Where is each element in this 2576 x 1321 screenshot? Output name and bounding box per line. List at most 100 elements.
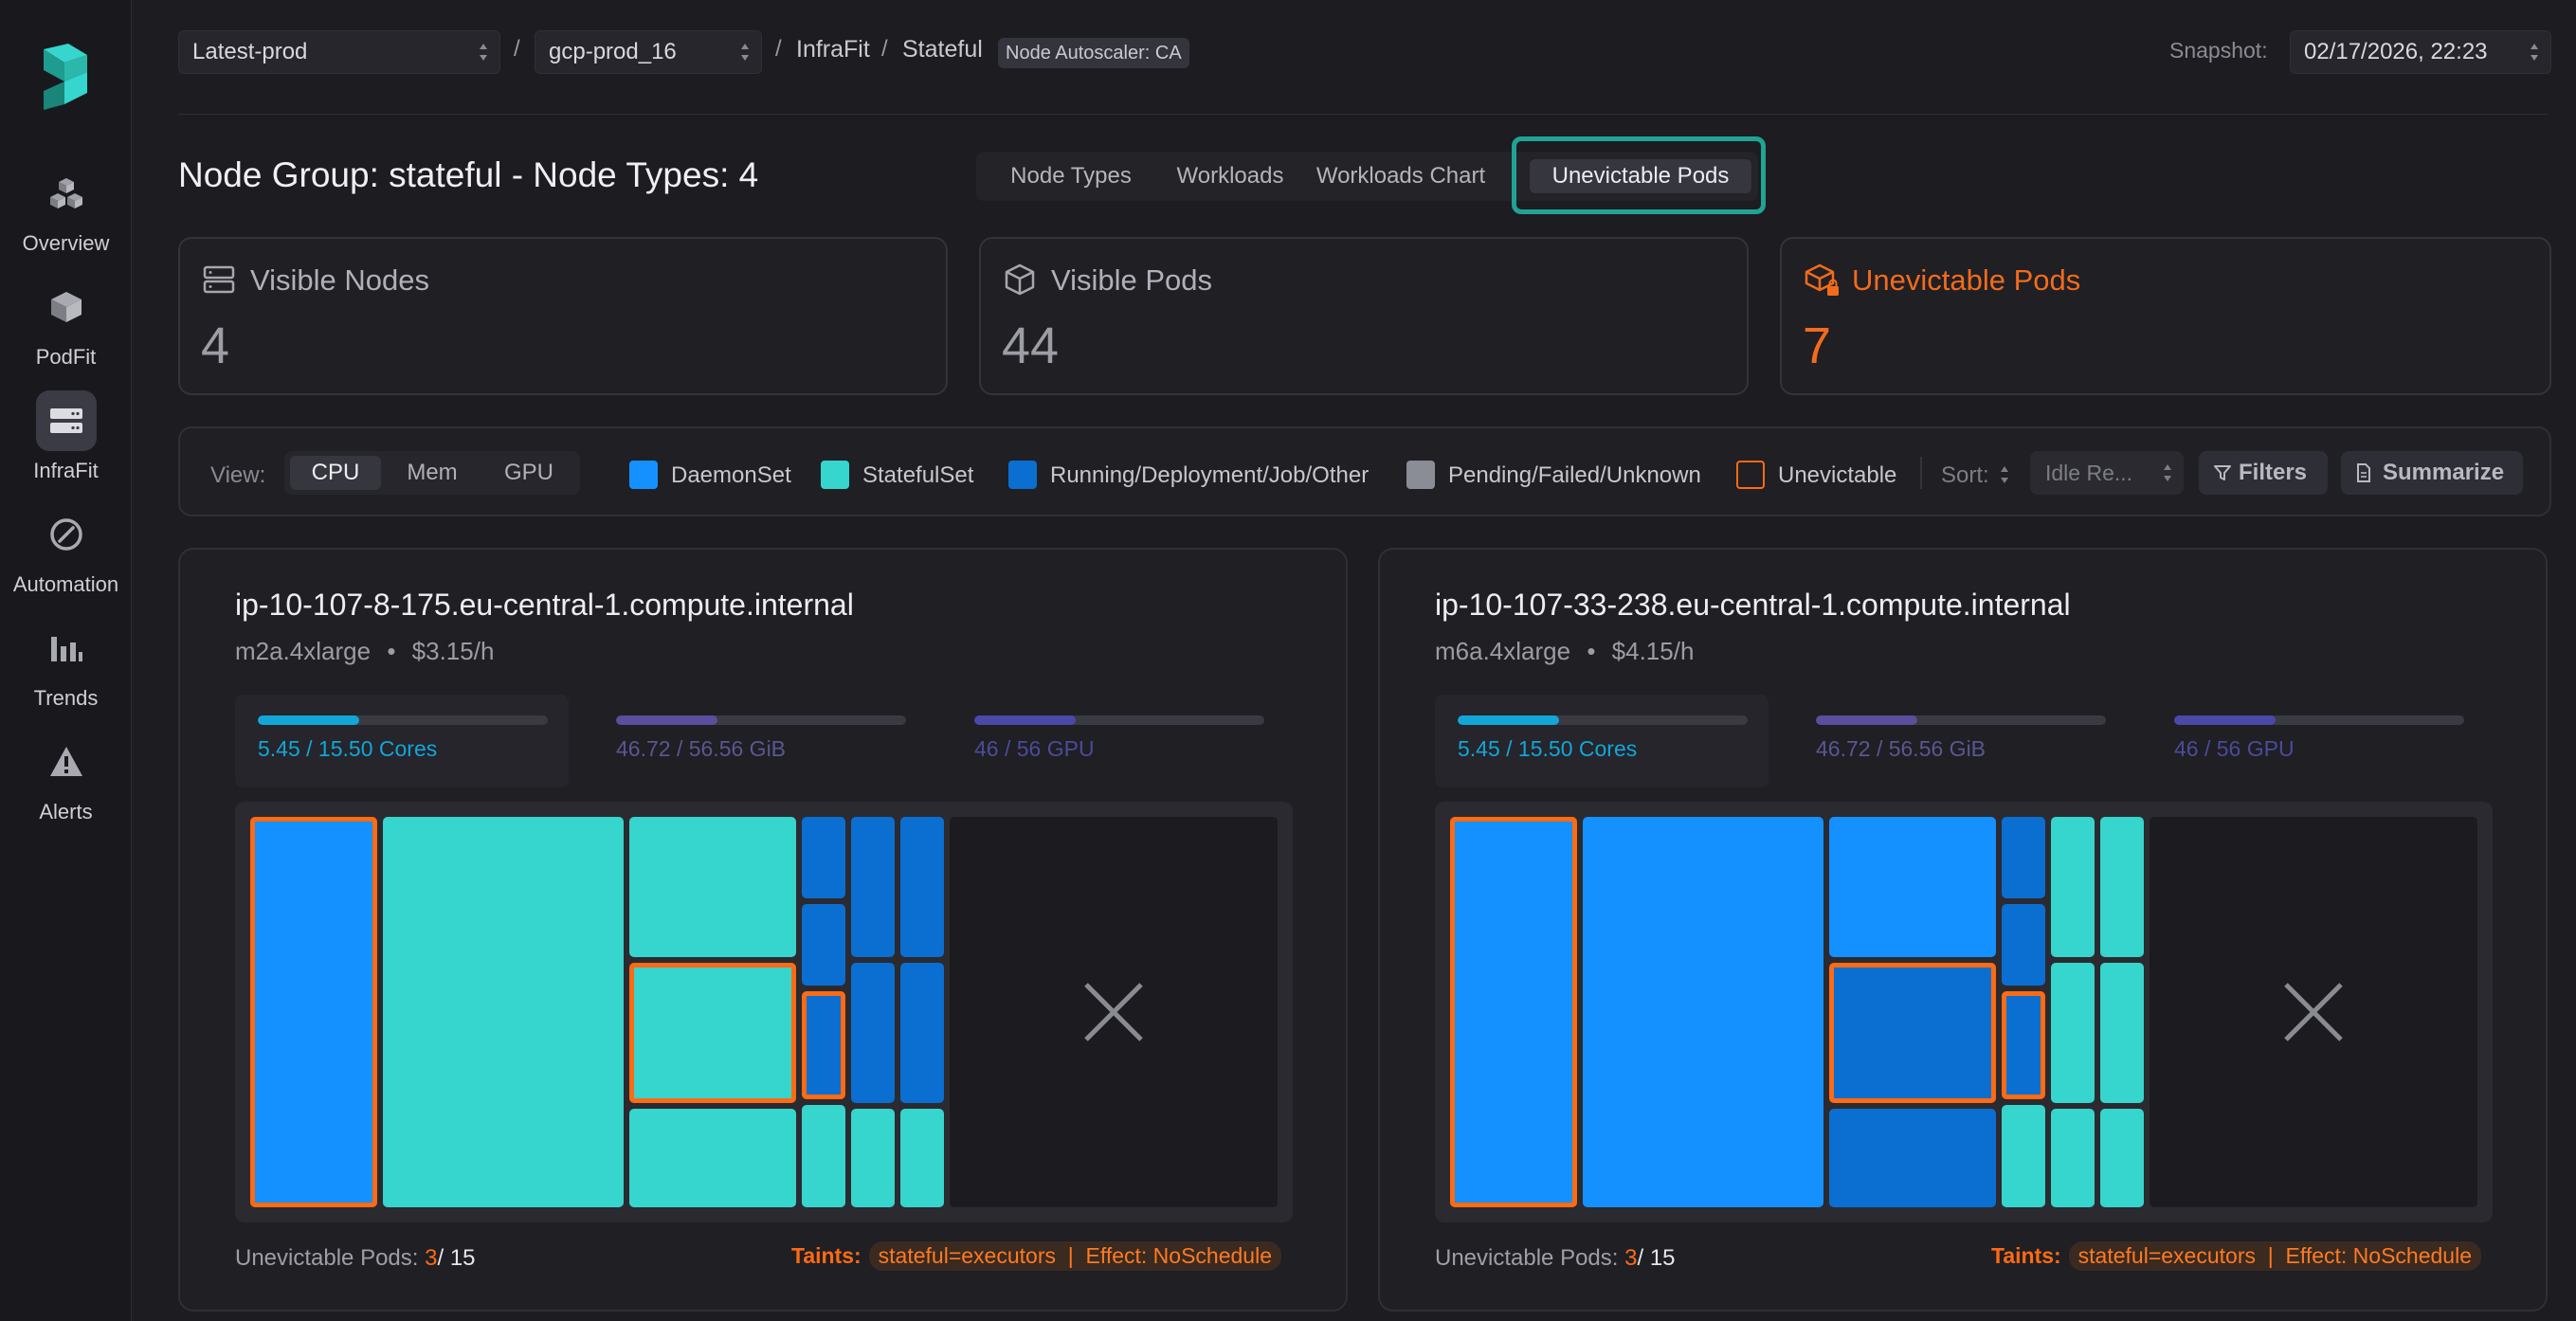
pod-block-running-unevictable[interactable] <box>1829 963 1996 1103</box>
pod-block-running[interactable] <box>2002 904 2045 986</box>
pod-block-statefulset[interactable] <box>2100 963 2144 1103</box>
filters-button[interactable]: Filters <box>2199 451 2328 495</box>
nav-label: InfraFit <box>33 459 99 482</box>
view-cpu-button[interactable]: CPU <box>290 456 381 490</box>
pod-block-running[interactable] <box>851 817 895 957</box>
view-gpu-button[interactable]: GPU <box>483 456 574 490</box>
unevictable-summary: Unevictable Pods: 3/ 15 <box>235 1245 476 1272</box>
pod-block-running[interactable] <box>851 963 895 1103</box>
node-card[interactable]: ip-10-107-8-175.eu-central-1.compute.int… <box>178 548 1348 1312</box>
sort-arrows-icon[interactable] <box>2000 464 2009 485</box>
node-name: ip-10-107-33-238.eu-central-1.compute.in… <box>1435 588 2071 622</box>
legend-running[interactable]: Running/Deployment/Job/Other <box>1050 462 1369 489</box>
mem-usage[interactable]: 46.72 / 56.56 GiB <box>1793 695 2127 787</box>
cpu-usage-fill <box>258 715 360 725</box>
pod-block-statefulset[interactable] <box>2002 1105 2045 1207</box>
pod-block-running[interactable] <box>900 963 944 1103</box>
legend-pending[interactable]: Pending/Failed/Unknown <box>1448 462 1701 489</box>
gpu-usage-label: 46 / 56 GPU <box>2174 736 2295 761</box>
legend-swatch-running <box>1008 461 1037 489</box>
node-price: $3.15/h <box>411 637 495 665</box>
pod-block-daemonset-unevictable[interactable] <box>1450 817 1577 1207</box>
cluster-select[interactable]: gcp-prod_16 <box>535 30 762 74</box>
cubes-icon <box>36 163 97 224</box>
taint-badge: stateful=executors | Effect: NoSchedule <box>2068 1241 2481 1271</box>
view-mem-button[interactable]: Mem <box>387 456 478 490</box>
tab-workloads-chart[interactable]: Workloads Chart <box>1306 159 1496 193</box>
warning-icon <box>36 732 97 792</box>
unevictable-count: 3 <box>425 1245 438 1271</box>
nav-label: Automation <box>12 572 119 596</box>
pod-block-statefulset[interactable] <box>802 1105 845 1207</box>
pod-block-running-unevictable[interactable] <box>802 991 845 1099</box>
mem-usage-track <box>616 715 906 725</box>
compass-icon <box>36 504 97 565</box>
pod-block-statefulset[interactable] <box>383 817 624 1207</box>
sort-select[interactable]: Idle Re... <box>2030 451 2184 495</box>
nav-label: Alerts <box>39 800 93 823</box>
breadcrumb-infrafit[interactable]: InfraFit <box>796 36 870 63</box>
cpu-usage[interactable]: 5.45 / 15.50 Cores <box>235 695 569 787</box>
sort-select-value: Idle Re... <box>2045 461 2133 485</box>
pod-block-statefulset[interactable] <box>2051 1109 2095 1207</box>
node-meta: m2a.4xlarge • $3.15/h <box>235 637 494 666</box>
autoscaler-badge: Node Autoscaler: CA <box>998 38 1189 68</box>
mem-usage-fill <box>616 715 718 725</box>
nav-overview[interactable]: Overview <box>0 163 132 256</box>
pod-block-running[interactable] <box>802 817 845 898</box>
tab-workloads[interactable]: Workloads <box>1160 159 1300 193</box>
environment-select[interactable]: Latest-prod <box>178 30 500 74</box>
gpu-usage[interactable]: 46 / 56 GPU <box>2151 695 2485 787</box>
pod-block-statefulset[interactable] <box>900 1109 944 1207</box>
mem-usage-fill <box>1816 715 1918 725</box>
pod-block-statefulset[interactable] <box>2051 817 2095 957</box>
pod-block-running[interactable] <box>1829 1109 1996 1207</box>
stat-label: Visible Pods <box>1051 263 1213 297</box>
nav-infrafit[interactable]: InfraFit <box>0 390 132 483</box>
app-logo-icon <box>44 44 87 110</box>
pod-block-daemonset[interactable] <box>1583 817 1823 1207</box>
nav-alerts[interactable]: Alerts <box>0 732 132 824</box>
stat-visible-pods: Visible Pods 44 <box>979 237 1749 395</box>
legend-unevictable[interactable]: Unevictable <box>1778 462 1896 489</box>
pod-block-statefulset[interactable] <box>851 1109 895 1207</box>
tab-unevictable-pods[interactable]: Unevictable Pods <box>1530 159 1751 193</box>
pod-block-daemonset-unevictable[interactable] <box>250 817 377 1207</box>
snapshot-select[interactable]: 02/17/2026, 22:23 <box>2290 30 2551 74</box>
nav-automation[interactable]: Automation <box>0 504 132 597</box>
node-taints: Taints: stateful=executors | Effect: NoSc… <box>1991 1241 2481 1271</box>
cpu-usage-track <box>1458 715 1748 725</box>
view-label: View: <box>210 462 266 488</box>
pod-block-statefulset[interactable] <box>629 1109 796 1207</box>
unevictable-summary-label: Unevictable Pods: <box>235 1245 419 1271</box>
tab-node-types[interactable]: Node Types <box>986 159 1156 193</box>
cpu-usage[interactable]: 5.45 / 15.50 Cores <box>1435 695 1769 787</box>
stat-value: 44 <box>1002 317 1060 374</box>
node-card[interactable]: ip-10-107-33-238.eu-central-1.compute.in… <box>1378 548 2548 1312</box>
legend-swatch-unevictable <box>1736 461 1765 489</box>
nav-label: PodFit <box>35 345 97 369</box>
taint-badge: stateful=executors | Effect: NoSchedule <box>868 1241 1281 1271</box>
document-icon <box>2357 463 2370 482</box>
pod-block-running[interactable] <box>2002 817 2045 898</box>
pod-block-running[interactable] <box>802 904 845 986</box>
pod-block-statefulset[interactable] <box>629 817 796 957</box>
cpu-usage-label: 5.45 / 15.50 Cores <box>258 736 438 761</box>
legend-daemonset[interactable]: DaemonSet <box>671 462 791 489</box>
gpu-usage[interactable]: 46 / 56 GPU <box>952 695 1285 787</box>
mem-usage[interactable]: 46.72 / 56.56 GiB <box>593 695 927 787</box>
nav-podfit[interactable]: PodFit <box>0 277 132 370</box>
breadcrumb-stateful[interactable]: Stateful <box>902 36 983 63</box>
filter-bar: View: CPU Mem GPU DaemonSet StatefulSet … <box>178 426 2551 516</box>
pod-block-statefulset-unevictable[interactable] <box>629 963 796 1103</box>
pod-block-running[interactable] <box>900 817 944 957</box>
summarize-button[interactable]: Summarize <box>2341 451 2523 495</box>
pod-block-daemonset[interactable] <box>1829 817 1996 957</box>
pod-block-statefulset[interactable] <box>2100 1109 2144 1207</box>
nav-trends[interactable]: Trends <box>0 618 132 711</box>
select-arrows-icon <box>2164 464 2171 481</box>
pod-block-statefulset[interactable] <box>2051 963 2095 1103</box>
pod-block-statefulset[interactable] <box>2100 817 2144 957</box>
legend-statefulset[interactable]: StatefulSet <box>862 462 973 489</box>
pod-block-running-unevictable[interactable] <box>2002 991 2045 1099</box>
